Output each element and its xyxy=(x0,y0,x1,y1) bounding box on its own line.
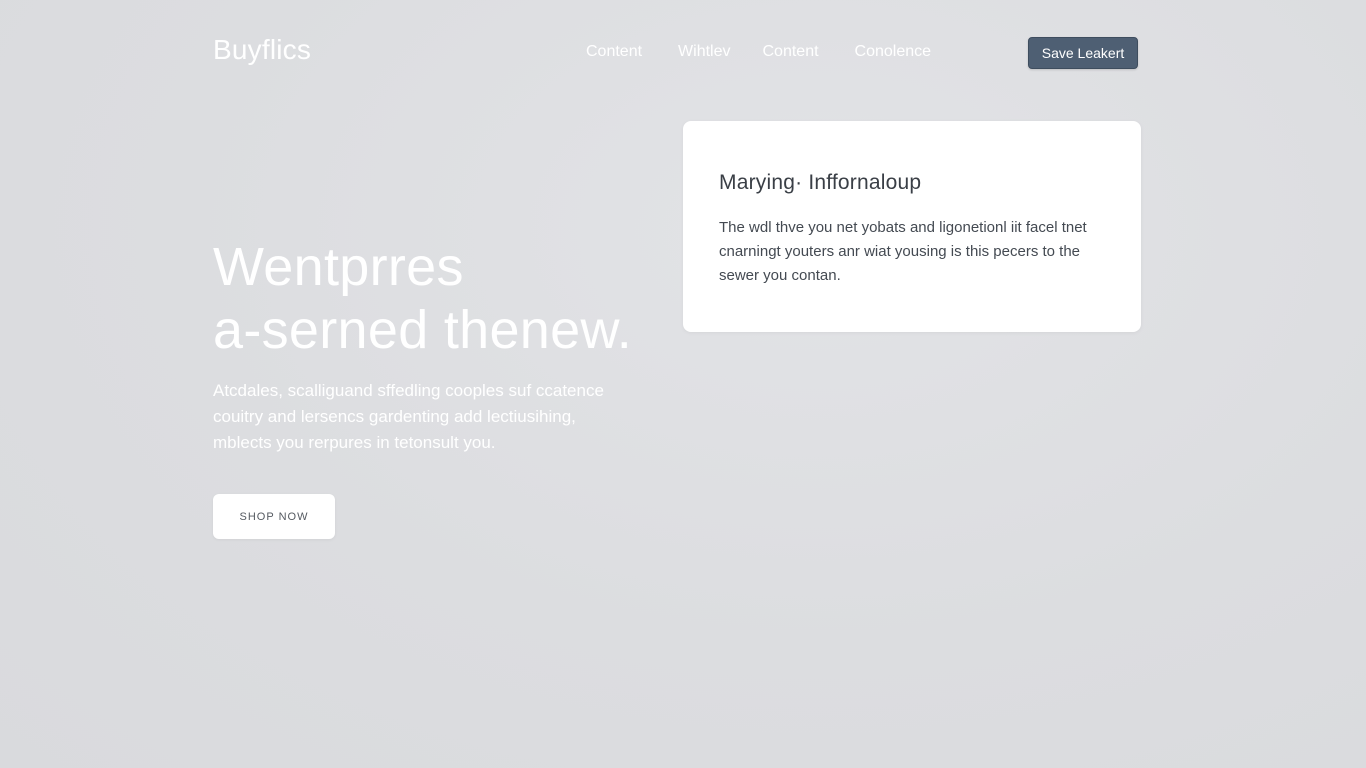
card-title: Marying· Inffornaloup xyxy=(719,171,922,194)
nav-item-content-2[interactable]: Content xyxy=(763,43,819,61)
hero-description: Atcdales, scalliguand sffedling cooples … xyxy=(213,378,633,456)
nav-item-content[interactable]: Content xyxy=(586,43,642,61)
info-card: Marying· Inffornaloup The wdl thve you n… xyxy=(683,121,1141,332)
hero-title-line-1: Wentprres xyxy=(213,237,464,297)
landing-page: Buyflics Content Wihtlev Content Conolen… xyxy=(0,0,1366,768)
nav-item-conolence[interactable]: Conolence xyxy=(855,43,932,61)
nav-item-wihtlev[interactable]: Wihtlev xyxy=(678,43,730,61)
hero-description-line-3: mblects you rerpures in tetonsult you. xyxy=(213,433,496,452)
top-navigation: Content Wihtlev Content Conolence xyxy=(586,43,931,61)
hero-description-line-1: Atcdales, scalliguand sffedling cooples … xyxy=(213,381,604,400)
shop-now-button[interactable]: SHOP NOW xyxy=(213,494,335,539)
card-text-line-1: The wdl thve you net yobats and ligoneti… xyxy=(719,219,1087,236)
card-text-line-3: sewer you contan. xyxy=(719,267,841,284)
save-button[interactable]: Save Leakert xyxy=(1028,37,1138,69)
brand-logo[interactable]: Buyflics xyxy=(213,34,311,66)
card-text: The wdl thve you net yobats and ligoneti… xyxy=(719,216,1119,288)
hero-title: Wentprres a-serned thenew. xyxy=(213,236,632,362)
hero-description-line-2: couitry and lersencs gardenting add lect… xyxy=(213,407,576,426)
hero-title-line-2: a-serned thenew. xyxy=(213,300,633,360)
card-text-line-2: cnarningt youters anr wiat yousing is th… xyxy=(719,243,1081,260)
